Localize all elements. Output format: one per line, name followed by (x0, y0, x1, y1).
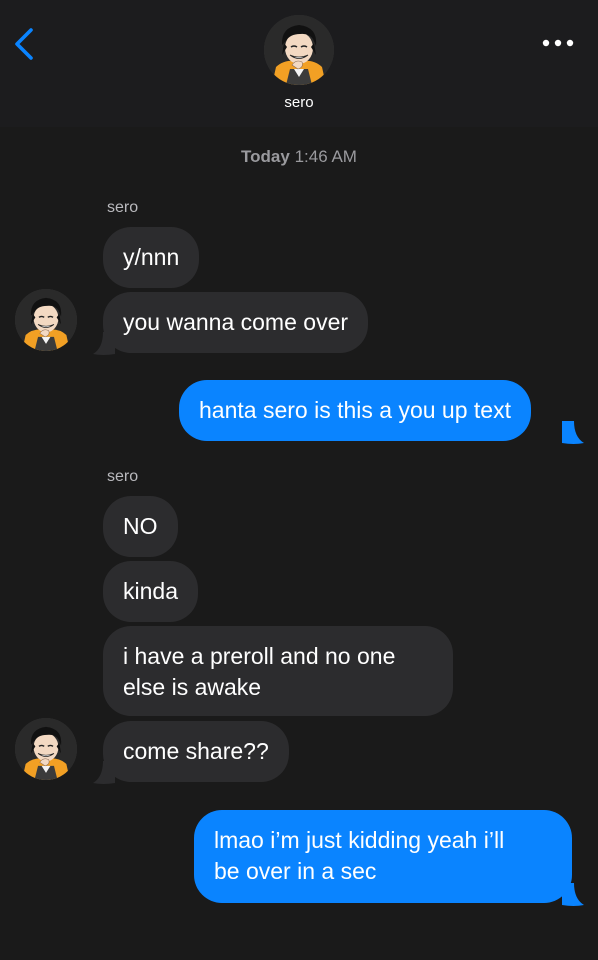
back-button[interactable] (10, 26, 40, 62)
incoming-message[interactable]: i have a preroll and no one else is awak… (103, 626, 453, 716)
incoming-message[interactable]: NO (103, 496, 178, 557)
outgoing-message[interactable]: lmao i’m just kidding yeah i’ll be over … (194, 810, 572, 903)
outgoing-tail (562, 421, 584, 444)
more-button[interactable] (540, 35, 576, 51)
contact-name[interactable]: sero (0, 94, 598, 111)
ellipsis-icon (542, 39, 574, 47)
incoming-message[interactable]: y/nnn (103, 227, 200, 288)
conversation-header: sero (0, 0, 598, 127)
message-thread[interactable]: Today 1:46 AM sero y/nnn you wanna come … (0, 127, 598, 960)
incoming-message[interactable]: come share?? (103, 721, 289, 782)
chevron-left-icon (15, 28, 33, 60)
thread-timestamp: Today 1:46 AM (0, 147, 598, 167)
sender-label: sero (107, 199, 139, 216)
contact-avatar[interactable] (264, 15, 334, 85)
timestamp-time: 1:46 AM (294, 147, 357, 166)
sender-avatar[interactable] (15, 289, 77, 351)
sender-avatar[interactable] (15, 718, 77, 780)
outgoing-tail (562, 883, 584, 906)
sender-label: sero (107, 468, 139, 485)
incoming-message[interactable]: kinda (103, 561, 198, 622)
incoming-tail (93, 332, 115, 355)
incoming-message[interactable]: you wanna come over (103, 292, 369, 353)
outgoing-message[interactable]: hanta sero is this a you up text (179, 380, 531, 441)
incoming-tail (93, 761, 115, 784)
timestamp-day: Today (241, 147, 290, 166)
